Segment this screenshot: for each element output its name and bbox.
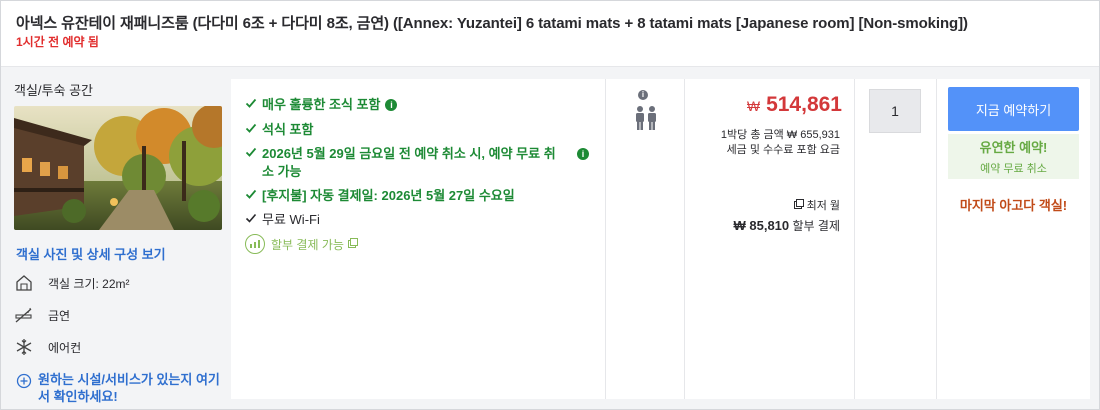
recent-booking-notice: 1시간 전 예약 됨 xyxy=(16,35,99,49)
room-offer-panel: 아넥스 유잔테이 재패니즈룸 (다다미 6조 + 다다미 8조, 금연) ([A… xyxy=(0,0,1100,410)
room-photo-image xyxy=(14,106,222,230)
installment-suffix: 할부 결제 xyxy=(792,219,841,233)
room-size-label: 객실 크기: 22m² xyxy=(48,276,130,291)
benefit-pay-later: [후지불] 자동 결제일: 2026년 5월 27일 수요일 xyxy=(245,187,515,205)
benefit-pay-later-text: [후지불] 자동 결제일: 2026년 5월 27일 수요일 xyxy=(262,188,515,203)
room-photo[interactable] xyxy=(14,106,222,230)
room-photos-link[interactable]: 객실 사진 및 상세 구성 보기 xyxy=(16,244,166,263)
booking-column: 지금 예약하기 유연한 예약! 예약 무료 취소 마지막 아고다 객실! xyxy=(937,79,1090,399)
benefit-breakfast: 매우 훌륭한 조식 포함 i xyxy=(245,96,398,114)
flexible-booking-title: 유연한 예약! xyxy=(979,140,1048,155)
min-monthly-text: 최저 월 xyxy=(806,200,840,212)
occupancy-column: i xyxy=(606,79,685,399)
benefits-column: 매우 훌륭한 조식 포함 i 석식 포함 2026년 5월 29일 금요일 전 예… xyxy=(231,79,606,399)
total-price-line: 1박당 총 금액 ₩ 655,931 xyxy=(720,129,840,141)
benefit-dinner-text: 석식 포함 xyxy=(262,122,314,137)
info-icon[interactable]: i xyxy=(385,99,398,111)
non-smoking-label: 금연 xyxy=(48,308,71,323)
plus-circle-icon xyxy=(16,373,32,389)
external-link-icon xyxy=(347,237,358,251)
benefit-wifi: 무료 Wi-Fi xyxy=(245,211,320,229)
flexible-booking-badge: 유연한 예약! 예약 무료 취소 xyxy=(948,134,1079,179)
installment-amount: ₩ 85,810 xyxy=(733,218,790,233)
flexible-booking-sub: 예약 무료 취소 xyxy=(980,163,1047,175)
room-title: 아넥스 유잔테이 재패니즈룸 (다다미 6조 + 다다미 8조, 금연) ([A… xyxy=(16,15,968,32)
room-header: 아넥스 유잔테이 재패니즈룸 (다다미 6조 + 다다미 8조, 금연) ([A… xyxy=(1,1,1099,67)
installment-label: 할부 결제 가능 xyxy=(271,237,344,252)
price-amount: 514,861 xyxy=(766,93,842,116)
benefit-wifi-text: 무료 Wi-Fi xyxy=(262,212,320,227)
check-icon xyxy=(245,96,259,114)
min-monthly-label: 최저 월 xyxy=(793,197,840,213)
check-icon xyxy=(245,145,259,181)
room-quantity-select[interactable]: 1 xyxy=(869,89,921,133)
occupancy-info-icon[interactable]: i xyxy=(638,90,648,100)
feature-room-size: 객실 크기: 22m² xyxy=(14,273,130,293)
two-guests-icon xyxy=(634,105,658,136)
check-icon xyxy=(245,187,259,205)
no-smoking-icon xyxy=(14,305,34,325)
room-section-title: 객실/투숙 공간 xyxy=(14,83,93,98)
check-icon xyxy=(245,211,259,229)
last-room-alert: 마지막 아고다 객실! xyxy=(959,198,1068,213)
snowflake-icon xyxy=(14,337,34,357)
air-conditioning-label: 에어컨 xyxy=(48,340,82,355)
facilities-check-text: 원하는 시설/서비스가 있는지 여기서 확인하세요! xyxy=(38,372,220,404)
book-now-button[interactable]: 지금 예약하기 xyxy=(948,87,1079,131)
installment-price: ₩ 85,810 할부 결제 xyxy=(734,217,841,234)
tax-inclusive-line: 세금 및 수수료 포함 요금 xyxy=(726,144,840,156)
quantity-column: 1 xyxy=(855,79,937,399)
facilities-check-link[interactable]: 원하는 시설/서비스가 있는지 여기서 확인하세요! xyxy=(16,371,226,405)
feature-air-conditioning: 에어컨 xyxy=(14,337,81,357)
price-column: ₩514,861 1박당 총 금액 ₩ 655,931 세금 및 수수료 포함 … xyxy=(685,79,855,399)
benefit-dinner: 석식 포함 xyxy=(245,121,313,139)
installment-icon xyxy=(245,234,265,254)
benefit-breakfast-text: 매우 훌륭한 조식 포함 xyxy=(262,97,381,112)
benefit-free-cancellation: 2026년 5월 29일 금요일 전 예약 취소 시, 예약 무료 취소 가능 … xyxy=(245,145,595,181)
nightly-price: ₩514,861 xyxy=(747,93,842,117)
currency-symbol: ₩ xyxy=(746,98,761,114)
benefit-free-cancellation-text: 2026년 5월 29일 금요일 전 예약 취소 시, 예약 무료 취소 가능 xyxy=(262,146,556,179)
offer-card: 매우 훌륭한 조식 포함 i 석식 포함 2026년 5월 29일 금요일 전 예… xyxy=(231,79,1090,399)
feature-non-smoking: 금연 xyxy=(14,305,70,325)
room-size-icon xyxy=(14,273,34,293)
room-info-column: 객실/투숙 공간 객실 사진 및 상세 구성 보기 객실 크기: 22m² 금연… xyxy=(1,67,231,409)
installment-available[interactable]: 할부 결제 가능 xyxy=(245,234,358,254)
info-icon[interactable]: i xyxy=(577,148,589,160)
copy-icon xyxy=(793,198,804,212)
check-icon xyxy=(245,121,259,139)
